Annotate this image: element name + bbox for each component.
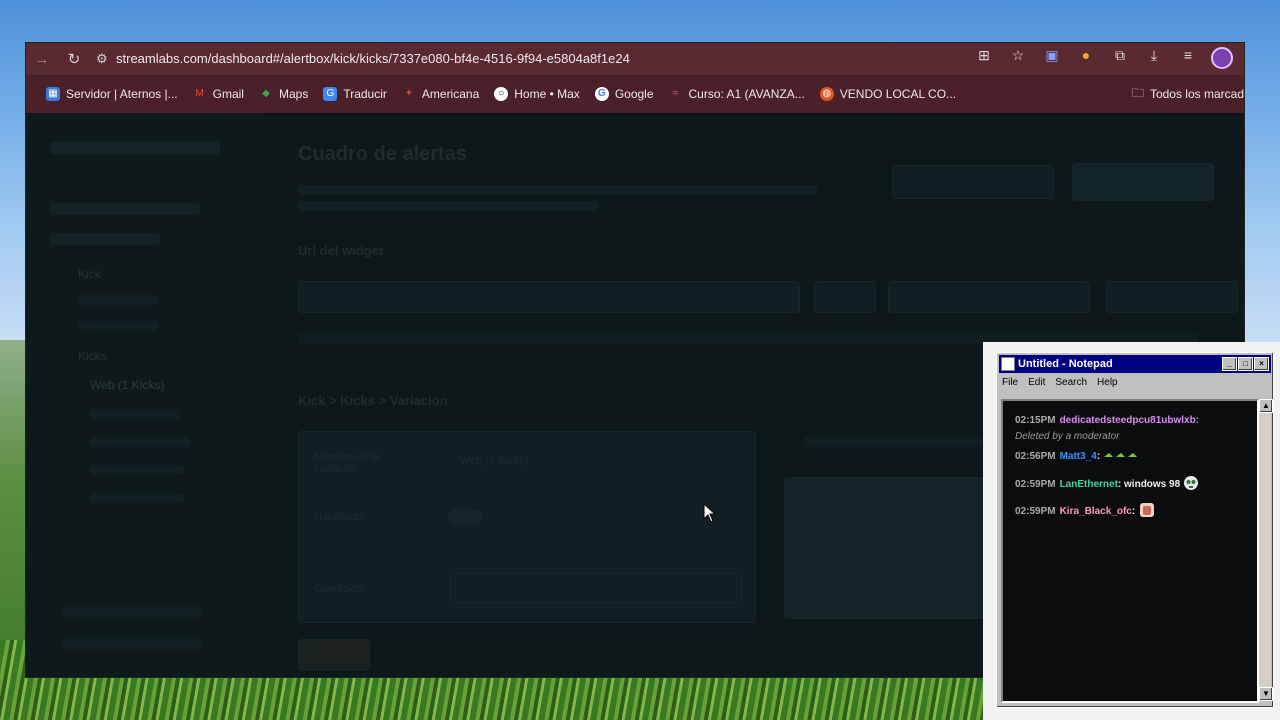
menu-edit[interactable]: Edit xyxy=(1027,377,1046,393)
bookmark-vendo[interactable]: ◍ VENDO LOCAL CO... xyxy=(819,87,956,101)
condition-select[interactable] xyxy=(450,573,742,603)
save-button[interactable] xyxy=(298,639,370,671)
notepad-menubar: File Edit Search Help xyxy=(1001,377,1119,393)
notepad-icon xyxy=(1001,357,1015,371)
hand-emote-icon xyxy=(1138,501,1156,522)
deleted-note: Deleted by a moderator xyxy=(1015,431,1120,442)
curso-icon: ≈ xyxy=(672,88,679,99)
bookmark-maps[interactable]: ◆ Maps xyxy=(259,87,308,101)
folder-icon: 🗀 xyxy=(1131,85,1144,100)
sidebar: Kick Kicks Web (1 Kicks) xyxy=(26,113,266,677)
section-title: Kick > Kicks > Variación xyxy=(298,393,448,408)
bookmark-aternos[interactable]: ▦ Servidor | Aternos |... xyxy=(46,87,178,101)
media-controls-icon[interactable]: ≡ xyxy=(1174,47,1202,72)
ghost-dropdown[interactable] xyxy=(892,165,1054,199)
frog-emote-icon xyxy=(1103,451,1139,462)
notepad-scrollbar[interactable]: ▲ ▼ xyxy=(1259,399,1273,701)
sidebar-item-kicks[interactable]: Kicks xyxy=(78,349,107,363)
mouse-cursor-icon xyxy=(703,503,717,523)
sidebar-item-web[interactable]: Web (1 Kicks) xyxy=(90,378,164,392)
notepad-titlebar[interactable]: Untitled - Notepad _ □ × xyxy=(999,355,1271,373)
close-button[interactable]: × xyxy=(1254,357,1269,371)
extension-discord-icon[interactable]: ▣ xyxy=(1038,47,1066,72)
chat-message: 02:59PM Kira_Black_ofc: xyxy=(1015,501,1156,522)
scroll-down-icon[interactable]: ▼ xyxy=(1259,687,1273,701)
ghost-button[interactable] xyxy=(1072,163,1214,201)
bookmark-americana[interactable]: ✦ Americana xyxy=(402,87,480,101)
chat-username: dedicatedsteedpcu81ubwlxb: xyxy=(1059,415,1200,426)
bookmark-traducir[interactable]: G Traducir xyxy=(323,87,387,101)
google-icon: G xyxy=(594,87,609,101)
reload-icon[interactable]: ↻ xyxy=(58,50,90,68)
extension-honey-icon[interactable]: ● xyxy=(1072,47,1100,72)
gmail-icon: M xyxy=(195,88,204,99)
site-info-icon[interactable]: ⚙ xyxy=(96,51,110,67)
chat-message: 02:59PM LanEthernet: windows 98 xyxy=(1015,475,1199,494)
address-bar: → ↻ ⚙ streamlabs.com/dashboard#/alertbox/… xyxy=(26,43,1244,75)
bookmark-max[interactable]: ○ Home • Max xyxy=(494,87,580,101)
bookmark-gmail[interactable]: M Gmail xyxy=(193,87,244,101)
bookmark-google[interactable]: G Google xyxy=(594,87,654,101)
page-title: Cuadro de alertas xyxy=(298,143,467,165)
translate-icon: G xyxy=(323,87,338,101)
enabled-label: Habilitado xyxy=(314,511,363,523)
avatar[interactable] xyxy=(1208,46,1236,72)
skull-emote-icon xyxy=(1183,475,1199,494)
sidebar-item-kick[interactable]: Kick xyxy=(78,267,101,281)
notepad-title: Untitled - Notepad xyxy=(1018,358,1113,370)
ghost-select-2[interactable] xyxy=(1106,281,1238,313)
enabled-toggle[interactable] xyxy=(448,509,482,525)
max-icon: ○ xyxy=(494,87,509,101)
minimize-button[interactable]: _ xyxy=(1222,357,1237,371)
puzzle-icon[interactable]: ⧉ xyxy=(1106,47,1134,72)
url-field[interactable]: ⚙ streamlabs.com/dashboard#/alertbox/kick… xyxy=(96,51,970,67)
menu-help[interactable]: Help xyxy=(1096,377,1119,393)
chat-message: 02:56PM Matt3_4: xyxy=(1015,451,1139,462)
scroll-up-icon[interactable]: ▲ xyxy=(1259,399,1273,413)
menu-file[interactable]: File xyxy=(1001,377,1019,393)
preview-panel xyxy=(784,477,996,619)
ghost-copy-button[interactable] xyxy=(814,281,876,313)
bookmarks-bar: ▦ Servidor | Aternos |... M Gmail ◆ Maps GT… xyxy=(26,75,1244,113)
widget-url-field[interactable] xyxy=(298,281,800,313)
chat-area[interactable]: 02:15PM dedicatedsteedpcu81ubwlxb: Delete… xyxy=(1001,399,1259,703)
variation-name-value[interactable]: Web (1 Kicks) xyxy=(460,455,528,467)
url-text: streamlabs.com/dashboard#/alertbox/kick/… xyxy=(116,51,630,66)
download-icon[interactable]: ⤓ xyxy=(1140,47,1168,72)
vendo-icon: ◍ xyxy=(819,87,834,101)
americana-icon: ✦ xyxy=(404,88,414,99)
chat-username: Matt3_4 xyxy=(1059,451,1097,463)
chat-message: 02:15PM dedicatedsteedpcu81ubwlxb: xyxy=(1015,415,1200,426)
ghost-select[interactable] xyxy=(888,281,1090,313)
condition-label: Condición xyxy=(314,583,363,595)
all-bookmarks[interactable]: 🗀 Todos los marcad xyxy=(1132,75,1244,113)
star-icon[interactable]: ☆ xyxy=(1004,47,1032,72)
maximize-button[interactable]: □ xyxy=(1238,357,1253,371)
aternos-icon: ▦ xyxy=(46,87,60,101)
bookmark-curso[interactable]: ≈ Curso: A1 (AVANZA... xyxy=(669,87,805,101)
translate-icon[interactable]: ⊞ xyxy=(970,47,998,72)
maps-icon: ◆ xyxy=(262,88,270,99)
menu-search[interactable]: Search xyxy=(1054,377,1088,393)
chat-username: LanEthernet xyxy=(1059,479,1118,491)
url-widget-label: Url del widget xyxy=(298,243,384,258)
forward-icon[interactable]: → xyxy=(26,51,58,68)
chat-username: Kira_Black_ofc xyxy=(1059,506,1132,518)
variation-name-label: Nombre de la variación xyxy=(314,451,381,475)
notepad-window: Untitled - Notepad _ □ × File Edit Searc… xyxy=(996,352,1274,708)
